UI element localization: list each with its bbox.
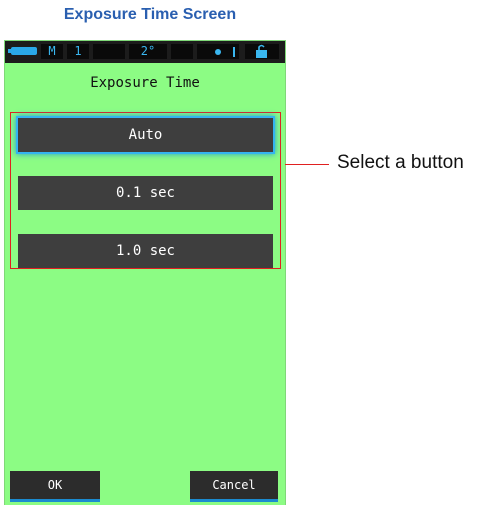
option-auto-button[interactable]: Auto (18, 118, 273, 152)
option-0.1-sec-button[interactable]: 0.1 sec (18, 176, 273, 210)
cancel-button[interactable]: Cancel (190, 471, 278, 502)
battery-icon (8, 47, 37, 55)
status-slot-blank-2 (171, 44, 193, 59)
lock-icon (256, 44, 267, 58)
ok-button[interactable]: OK (10, 471, 100, 502)
status-slot-blank (93, 44, 125, 59)
lock-indicator (245, 44, 279, 59)
page-caption: Exposure Time Screen (63, 6, 237, 23)
callout-label: Select a button (337, 152, 464, 173)
target-icon (215, 47, 235, 57)
memory-indicator: 1 (67, 44, 89, 59)
angle-indicator: 2° (129, 44, 167, 59)
status-bar: M 1 2° (5, 41, 285, 63)
target-indicator (197, 44, 239, 59)
mode-indicator: M (41, 44, 63, 59)
option-1.0-sec-button[interactable]: 1.0 sec (18, 234, 273, 268)
callout-line (285, 164, 329, 165)
device-screen: M 1 2° Exposure Time Auto 0.1 sec 1.0 se… (4, 40, 286, 505)
screen-title: Exposure Time (90, 75, 200, 91)
